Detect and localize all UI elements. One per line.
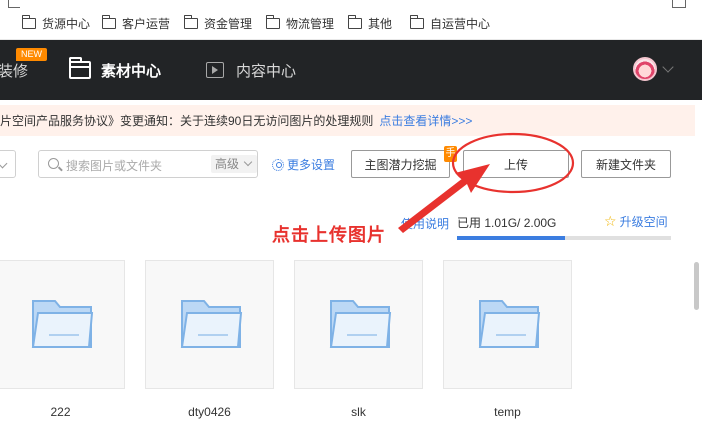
search-box[interactable]: 搜索图片或文件夹 高级: [38, 150, 258, 178]
folder-card[interactable]: [294, 260, 423, 389]
folder-icon: [180, 300, 243, 348]
main-image-potential-button[interactable]: 主图潜力挖掘: [351, 150, 450, 178]
nav-item-label: 素材中心: [101, 62, 162, 80]
more-settings-label: 更多设置: [287, 158, 336, 172]
folder-card[interactable]: [443, 260, 572, 389]
bookmark-label: 货源中心: [42, 16, 91, 31]
usage-help-link[interactable]: 使用说明: [401, 215, 449, 232]
advanced-search-button[interactable]: 高级: [211, 155, 257, 173]
top-nav: 装修 素材中心 内容中心: [0, 40, 702, 100]
nav-item-content-center[interactable]: 内容中心: [206, 40, 296, 100]
folder-name[interactable]: 222: [0, 405, 125, 419]
nav-item-label: 内容中心: [236, 62, 297, 80]
upgrade-space-label: 升级空间: [619, 215, 668, 229]
upgrade-space-link[interactable]: ☆ 升级空间: [604, 213, 668, 230]
folder-icon: [69, 57, 91, 79]
new-badge: NEW: [16, 48, 47, 61]
search-input[interactable]: 搜索图片或文件夹: [66, 157, 162, 174]
bookmark-label: 物流管理: [286, 16, 335, 31]
notice-banner: 片空间产品服务协议》变更通知：关于连续90日无访问图片的处理规则 点击查看详情>…: [0, 105, 695, 136]
storage-usage: 已用 1.01G/ 2.00G: [457, 216, 557, 230]
folder-icon: [347, 14, 362, 29]
folder-icon: [329, 300, 392, 348]
notice-text: 片空间产品服务协议》变更通知：关于连续90日无访问图片的处理规则: [0, 114, 374, 128]
bookmarks-bar: 货源中心 客户运营 资金管理 物流管理 其他 自运营中心: [0, 0, 702, 40]
video-icon: [206, 62, 224, 78]
bookmark-label: 其他: [368, 16, 393, 31]
folder-icon: [265, 14, 280, 29]
folder-icon: [183, 14, 198, 29]
folder-name[interactable]: slk: [294, 405, 423, 419]
tab-strip-icon[interactable]: [672, 0, 686, 8]
gear-icon: [272, 158, 284, 171]
bookmark-item[interactable]: 客户运营: [101, 14, 171, 32]
folder-icon: [101, 14, 116, 29]
bookmark-label: 客户运营: [122, 16, 171, 31]
folder-icon: [478, 300, 541, 348]
star-icon: ☆: [604, 213, 617, 229]
bookmark-item[interactable]: 其他: [347, 14, 393, 32]
hot-tag: 手: [444, 146, 457, 162]
bookmark-label: 自运营中心: [430, 16, 491, 31]
folder-icon: [409, 14, 424, 29]
annotation-hint: 点击上传图片: [272, 225, 386, 245]
nav-item-label: 装修: [0, 62, 29, 80]
bookmark-edge-icon: [8, 0, 20, 8]
bookmark-item[interactable]: 货源中心: [21, 14, 91, 32]
page: 货源中心 客户运营 资金管理 物流管理 其他 自运营中心 装修 素材中心 内容中…: [0, 0, 702, 427]
folder-card[interactable]: [145, 260, 274, 389]
bookmark-item[interactable]: 资金管理: [183, 14, 253, 32]
storage-usage-fill: [457, 236, 566, 240]
folder-name[interactable]: dty0426: [145, 405, 274, 419]
folder-name[interactable]: temp: [443, 405, 572, 419]
folder-card[interactable]: [0, 260, 125, 389]
filter-dropdown[interactable]: [0, 150, 16, 178]
folder-icon: [21, 14, 36, 29]
scrollbar[interactable]: [694, 262, 699, 310]
folder-icon: [31, 300, 94, 348]
notice-details-link[interactable]: 点击查看详情>>>: [379, 112, 472, 129]
bookmark-label: 资金管理: [204, 16, 253, 31]
bookmark-item[interactable]: 自运营中心: [409, 14, 491, 32]
chevron-down-icon: [243, 157, 253, 167]
more-settings-link[interactable]: 更多设置: [272, 156, 335, 173]
storage-usage-bar: [457, 236, 671, 240]
new-folder-button[interactable]: 新建文件夹: [581, 150, 671, 178]
avatar[interactable]: [633, 57, 657, 81]
search-icon: [48, 158, 59, 169]
bookmark-item[interactable]: 物流管理: [265, 14, 335, 32]
upload-button[interactable]: 上传: [463, 150, 569, 178]
nav-item-material-center[interactable]: 素材中心: [69, 40, 161, 100]
advanced-search-label: 高级: [215, 157, 240, 171]
